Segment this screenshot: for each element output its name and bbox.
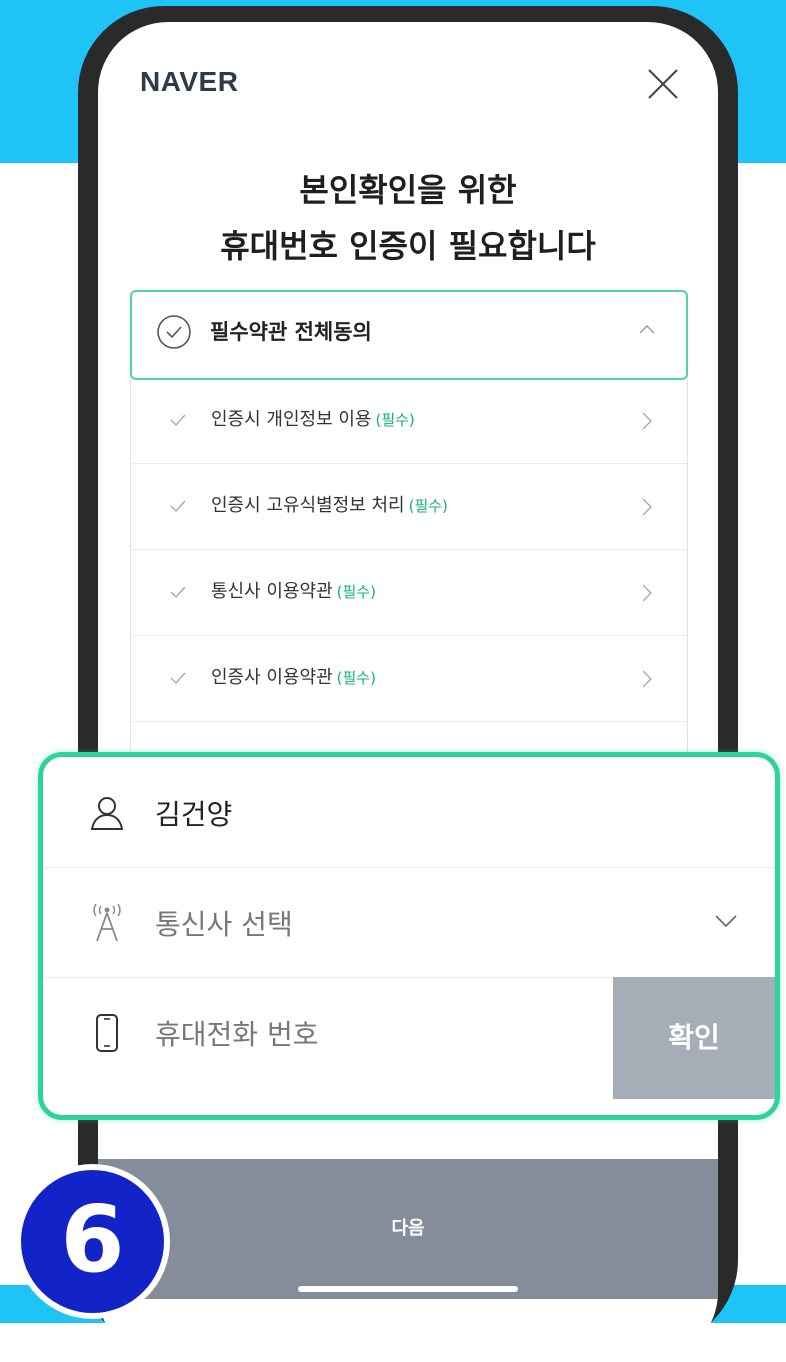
- page-title: 본인확인을 위한 휴대번호 인증이 필요합니다: [98, 162, 718, 274]
- term-item-label: 인증시 개인정보 이용 (필수): [211, 409, 415, 430]
- page-title-line-1: 본인확인을 위한: [299, 171, 517, 209]
- chevron-right-icon: [642, 498, 652, 516]
- mobile-phone-icon: [96, 1014, 118, 1052]
- terms-all-agree[interactable]: 필수약관 전체동의: [130, 290, 688, 380]
- check-circle-icon: [157, 315, 191, 349]
- step-number-badge: 6: [15, 1164, 170, 1319]
- required-tag: (필수): [408, 497, 448, 515]
- antenna-icon: [93, 903, 121, 942]
- chevron-up-icon: [639, 325, 655, 334]
- term-item-label: 인증사 이용약관 (필수): [211, 667, 376, 688]
- phone-placeholder: 휴대전화 번호: [155, 1018, 319, 1051]
- terms-all-agree-label: 필수약관 전체동의: [210, 320, 372, 344]
- close-icon: [648, 69, 678, 99]
- phone-field[interactable]: 휴대전화 번호 확인: [43, 977, 775, 1099]
- carrier-placeholder: 통신사 선택: [155, 908, 293, 941]
- brand-logo: NAVER: [140, 66, 239, 97]
- check-icon: [170, 414, 186, 427]
- chevron-right-icon: [642, 412, 652, 430]
- page-title-line-2: 휴대번호 인증이 필요합니다: [220, 227, 596, 265]
- name-field[interactable]: 김건양: [43, 757, 775, 868]
- phone-screen: NAVER 본인확인을 위한 휴대번호 인증이 필요합니다 필수약관 전체동의 …: [98, 22, 718, 1362]
- name-value: 김건양: [155, 798, 233, 831]
- term-item[interactable]: 통신사 이용약관 (필수): [131, 549, 687, 636]
- close-button[interactable]: [643, 64, 683, 104]
- term-item[interactable]: 인증시 개인정보 이용 (필수): [131, 377, 687, 464]
- chevron-right-icon: [642, 670, 652, 688]
- check-icon: [170, 672, 186, 685]
- terms-panel: 필수약관 전체동의 인증시 개인정보 이용 (필수) 인증시 고유식별정보 처리(…: [130, 290, 688, 792]
- carrier-select[interactable]: 통신사 선택: [43, 867, 775, 978]
- home-indicator[interactable]: [298, 1286, 518, 1292]
- check-icon: [170, 500, 186, 513]
- confirm-button[interactable]: 확인: [613, 977, 775, 1099]
- verification-form: 김건양 통신사 선택 휴대전화 번호 확인: [38, 752, 780, 1120]
- next-button-label: 다음: [391, 1218, 425, 1239]
- next-button[interactable]: 다음: [98, 1159, 718, 1299]
- user-icon: [90, 797, 124, 830]
- term-item-label: 인증시 고유식별정보 처리 (필수): [211, 495, 448, 516]
- check-icon: [170, 586, 186, 599]
- chevron-down-icon: [715, 915, 737, 928]
- required-tag: (필수): [375, 411, 415, 429]
- required-tag: (필수): [336, 583, 376, 601]
- required-tag: (필수): [336, 669, 376, 687]
- term-item[interactable]: 인증사 이용약관 (필수): [131, 635, 687, 722]
- chevron-right-icon: [642, 584, 652, 602]
- term-item[interactable]: 인증시 고유식별정보 처리 (필수): [131, 463, 687, 550]
- term-item-label: 통신사 이용약관 (필수): [211, 581, 376, 602]
